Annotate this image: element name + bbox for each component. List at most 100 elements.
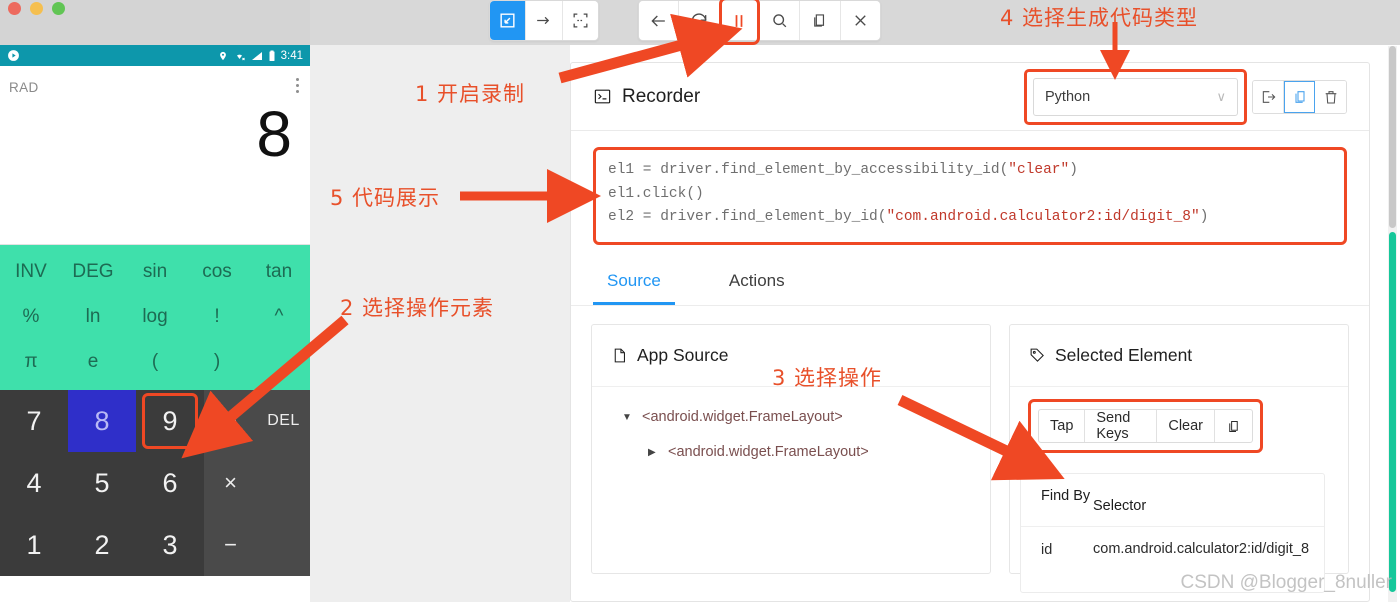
key-9[interactable]: 9 — [136, 390, 204, 452]
inspector-tabs: Source Actions — [571, 261, 1369, 306]
wifi-off-icon — [236, 54, 245, 60]
number-row-1: 7 8 9 — [0, 390, 204, 452]
recorder-header: Recorder Python ∨ — [571, 63, 1369, 131]
key-inv[interactable]: INV — [0, 249, 62, 294]
selected-element-header: Selected Element — [1010, 325, 1348, 387]
tree-node-root[interactable]: ▼ <android.widget.FrameLayout> — [622, 409, 990, 425]
session-toolbar — [638, 0, 881, 41]
tree-node-child[interactable]: ▶ <android.widget.FrameLayout> — [622, 444, 990, 460]
generated-code-box[interactable]: el1 = driver.find_element_by_accessibili… — [593, 147, 1347, 245]
code-line-3-suffix: ) — [1199, 209, 1209, 225]
app-window: 3:41 RAD 8 INV DEG sin cos tan % ln log … — [0, 0, 1400, 602]
kebab-menu-icon[interactable] — [296, 78, 299, 93]
swipe-tool[interactable] — [526, 1, 563, 40]
key-delete[interactable]: DEL — [257, 390, 310, 452]
tab-actions[interactable]: Actions — [715, 261, 799, 305]
annotation-5: 5 代码展示 — [330, 186, 441, 210]
status-bar-indicators: 3:41 — [218, 50, 303, 62]
generated-code: el1 = driver.find_element_by_accessibili… — [608, 159, 1332, 230]
source-tree: ▼ <android.widget.FrameLayout> ▶ <androi… — [592, 387, 990, 460]
key-multiply[interactable]: × — [204, 452, 257, 514]
tree-node-label: <android.widget.FrameLayout> — [642, 409, 843, 425]
caret-down-icon[interactable]: ▼ — [622, 412, 632, 423]
zoom-window-icon[interactable] — [52, 2, 65, 15]
key-2[interactable]: 2 — [68, 514, 136, 576]
key-minus[interactable]: − — [204, 514, 257, 576]
key-5[interactable]: 5 — [68, 452, 136, 514]
key-deg[interactable]: DEG — [62, 249, 124, 294]
key-1[interactable]: 1 — [0, 514, 68, 576]
delete-recording-button[interactable] — [1315, 80, 1346, 113]
caret-right-icon[interactable]: ▶ — [648, 447, 657, 458]
operator-row-1: ÷ DEL — [204, 390, 310, 452]
table-row[interactable]: id com.android.calculator2:id/digit_8 — [1021, 527, 1324, 574]
copy-code-button[interactable] — [1284, 80, 1315, 113]
key-4[interactable]: 4 — [0, 452, 68, 514]
number-row-2: 4 5 6 — [0, 452, 204, 514]
key-log[interactable]: log — [124, 294, 186, 339]
pause-recording-button[interactable] — [719, 1, 760, 40]
chevron-down-icon: ∨ — [1216, 88, 1226, 104]
key-sin[interactable]: sin — [124, 249, 186, 294]
key-factorial[interactable]: ! — [186, 294, 248, 339]
key-e[interactable]: e — [62, 339, 124, 384]
tab-source[interactable]: Source — [593, 261, 675, 305]
cell-find-by: id — [1041, 542, 1053, 558]
selected-element-card: Selected Element Tap Send Keys Clear Fin… — [1009, 324, 1349, 593]
recorder-action-buttons — [1252, 79, 1347, 114]
key-paren-open[interactable]: ( — [124, 339, 186, 384]
code-language-value: Python — [1045, 88, 1091, 105]
copy-button[interactable] — [800, 1, 841, 40]
send-keys-button[interactable]: Send Keys — [1085, 410, 1158, 442]
minimize-window-icon[interactable] — [30, 2, 43, 15]
function-row-1: INV DEG sin cos tan — [0, 249, 310, 294]
element-action-bar: Tap Send Keys Clear — [1038, 409, 1253, 443]
export-code-button[interactable] — [1253, 80, 1284, 113]
column-header-find-by: Find By — [1041, 488, 1091, 504]
calculator-display-value: 8 — [256, 98, 292, 170]
status-bar-time: 3:41 — [280, 49, 303, 62]
operator-spacer-1 — [257, 452, 310, 514]
inspector-mode-toolbar — [489, 0, 599, 41]
key-pi[interactable]: π — [0, 339, 62, 384]
calculator-display-area: RAD 8 — [0, 66, 310, 244]
clear-button[interactable]: Clear — [1157, 410, 1215, 442]
traffic-lights[interactable] — [8, 2, 65, 15]
key-divide[interactable]: ÷ — [204, 390, 257, 452]
code-language-select[interactable]: Python ∨ — [1033, 77, 1238, 116]
key-tan[interactable]: tan — [248, 249, 310, 294]
close-button[interactable] — [840, 1, 880, 40]
tap-button[interactable]: Tap — [1039, 410, 1086, 442]
screenshot-tool[interactable] — [562, 1, 598, 40]
status-bar-app-icon — [7, 49, 20, 62]
key-cos[interactable]: cos — [186, 249, 248, 294]
key-6[interactable]: 6 — [136, 452, 204, 514]
close-window-icon[interactable] — [8, 2, 21, 15]
key-3[interactable]: 3 — [136, 514, 204, 576]
code-zone: el1 = driver.find_element_by_accessibili… — [571, 131, 1369, 245]
key-power[interactable]: ^ — [248, 294, 310, 339]
tree-node-label: <android.widget.FrameLayout> — [668, 444, 869, 460]
key-8[interactable]: 8 — [68, 390, 136, 452]
key-ln[interactable]: ln — [62, 294, 124, 339]
refresh-button[interactable] — [679, 1, 720, 40]
operator-row-2: × — [204, 452, 310, 514]
page-scrollbar[interactable] — [1388, 46, 1397, 602]
search-button[interactable] — [759, 1, 801, 40]
key-paren-close[interactable]: ) — [186, 339, 248, 384]
calculator-function-pad: INV DEG sin cos tan % ln log ! ^ π e ( ) — [0, 245, 310, 390]
key-7[interactable]: 7 — [0, 390, 68, 452]
select-element-tool[interactable] — [490, 1, 527, 40]
scrollbar-thumb[interactable] — [1389, 232, 1396, 592]
cell-selector: com.android.calculator2:id/digit_8 — [1093, 541, 1310, 557]
key-percent[interactable]: % — [0, 294, 62, 339]
copy-attributes-button[interactable] — [1215, 410, 1252, 442]
annotation-4: 4 选择生成代码类型 — [1000, 6, 1199, 30]
function-row-2: % ln log ! ^ — [0, 294, 310, 339]
signal-icon — [251, 51, 262, 60]
device-mirror[interactable]: 3:41 RAD 8 INV DEG sin cos tan % ln log … — [0, 45, 310, 602]
column-header-selector: Selector — [1093, 498, 1147, 514]
scrollbar-track-upper[interactable] — [1389, 46, 1396, 228]
back-button[interactable] — [639, 1, 680, 40]
battery-icon — [269, 50, 275, 61]
